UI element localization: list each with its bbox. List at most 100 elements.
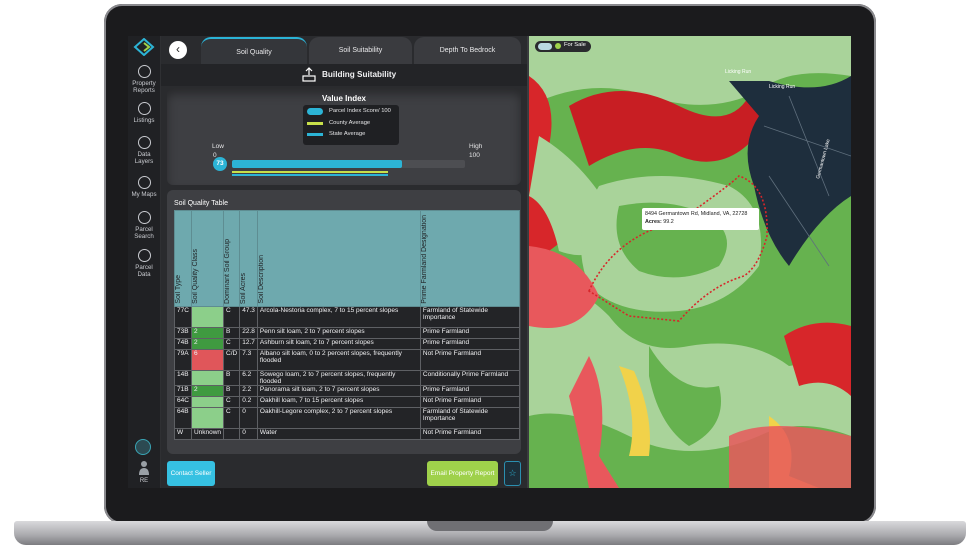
table-header-row: Soil Type Soil Quality Class Dominant So…	[174, 210, 520, 307]
back-button[interactable]: ‹	[169, 41, 187, 59]
legend-swatch	[307, 122, 323, 125]
table-cell-quality	[190, 407, 225, 429]
table-cell-quality	[190, 396, 225, 408]
column-header: Soil Quality Class	[190, 210, 225, 307]
table-cell-quality: 2	[190, 327, 225, 339]
table-cell-quality	[190, 370, 225, 386]
table-cell-description: Water	[256, 428, 421, 440]
table-cell-type: W	[174, 428, 192, 440]
legend-swatch	[307, 133, 323, 136]
scale-max-label: 100	[469, 152, 480, 159]
section-title: Building Suitability	[322, 70, 397, 79]
soil-map[interactable]: Licking Run Licking Run Germantown Lake …	[529, 36, 851, 488]
popup-acres: Acres: 99.2	[645, 218, 756, 226]
legend-label: County Average	[329, 120, 371, 126]
table-row: 77C C 47.3 Arcola-Nestoria complex, 7 to 15…	[174, 306, 520, 328]
table-cell-type: 73B	[174, 327, 192, 339]
table-cell-description: Albano silt loam, 0 to 2 percent slopes,…	[256, 349, 421, 371]
table-cell-description: Ashburn silt loam, 2 to 7 percent slopes	[256, 338, 421, 350]
favorite-star-icon[interactable]: ☆	[504, 461, 521, 486]
table-cell-description: Oakhill-Legore complex, 2 to 7 percent s…	[256, 407, 421, 429]
toggle-switch[interactable]	[538, 43, 552, 50]
sidebar-item-0[interactable]: Property Reports	[128, 65, 160, 94]
table-cell-group: C/D	[223, 349, 241, 371]
table-cell-type: 64B	[174, 407, 192, 429]
building-icon	[302, 67, 316, 82]
table-cell-acres: 0.2	[239, 396, 258, 408]
tab-depth-to-bedrock[interactable]: Depth To Bedrock	[414, 37, 521, 65]
table-cell-description: Penn silt loam, 2 to 7 percent slopes	[256, 327, 421, 339]
tab-soil-suitability[interactable]: Soil Suitability	[309, 37, 412, 65]
sidebar-item-4[interactable]: Parcel Search	[128, 211, 160, 240]
app-screen: Property Reports Listings Data Layers My Maps…	[128, 36, 851, 488]
legend-label: State Average	[329, 131, 366, 137]
column-header: Soil Acres	[239, 210, 258, 307]
value-index-title: Value Index	[321, 94, 367, 103]
sidebar-item-5[interactable]: Parcel Data	[128, 249, 160, 278]
table-cell-acres: 7.3	[239, 349, 258, 371]
column-header: Soil Description	[256, 210, 421, 307]
location-pin-icon	[137, 102, 151, 115]
app-logo[interactable]	[133, 38, 155, 56]
sidebar-item-2[interactable]: Data Layers	[128, 136, 160, 165]
table-cell-quality	[190, 306, 225, 328]
sidebar-item-label: Layers	[134, 158, 154, 165]
sidebar-item-label: Search	[134, 233, 154, 240]
table-cell-group: B	[223, 385, 241, 397]
table-cell-description: Panorama silt loam, 2 to 7 percent slope…	[256, 385, 421, 397]
table-cell-farmland: Prime Farmland	[419, 327, 520, 339]
table-cell-description: Sowego loam, 2 to 7 percent slopes, freq…	[256, 370, 421, 386]
sidebar-item-3[interactable]: My Maps	[128, 176, 160, 198]
soil-quality-table: Soil Type Soil Quality Class Dominant So…	[174, 210, 520, 440]
table-cell-farmland: Not Prime Farmland	[419, 428, 520, 440]
chat-icon[interactable]	[135, 439, 151, 455]
table-cell-description: Oakhill loam, 7 to 15 percent slopes	[256, 396, 421, 408]
table-cell-acres: 2.2	[239, 385, 258, 397]
sidebar-item-label: Parcel	[135, 264, 153, 271]
search-icon	[137, 211, 151, 224]
user-initials: RE	[139, 478, 149, 484]
table-cell-acres: 6.2	[239, 370, 258, 386]
sidebar-item-label: Data	[137, 271, 151, 278]
contact-seller-button[interactable]: Contact Seller	[167, 461, 215, 486]
sidebar-item-1[interactable]: Listings	[128, 102, 160, 124]
table-cell-type: 77C	[174, 306, 192, 328]
soil-table-title: Soil Quality Table	[174, 200, 228, 207]
county-average-line	[232, 171, 389, 173]
table-cell-description: Arcola-Nestoria complex, 7 to 15 percent…	[256, 306, 421, 328]
for-sale-toggle[interactable]: For Sale	[535, 41, 591, 52]
legend-swatch	[307, 108, 323, 115]
table-cell-group: C	[223, 407, 241, 429]
sidebar-item-label: Property	[132, 80, 156, 87]
table-row: 73B 2 B 22.8 Penn silt loam, 2 to 7 percent …	[174, 327, 520, 339]
state-average-line	[232, 174, 389, 176]
table-cell-farmland: Farmland of Statewide Importance	[419, 407, 520, 429]
sidebar-item-label: Reports	[133, 87, 155, 94]
table-cell-farmland: Farmland of Statewide Importance	[419, 306, 520, 328]
soil-map-layer[interactable]	[529, 36, 851, 488]
document-icon	[137, 249, 151, 262]
section-header: Building Suitability	[161, 64, 527, 86]
value-index-card: Value Index Parcel Index Score/ 100 Coun…	[167, 88, 521, 185]
table-cell-type: 74B	[174, 338, 192, 350]
location-pin-icon	[555, 43, 561, 49]
report-icon	[137, 65, 151, 78]
column-header: Soil Type	[174, 210, 192, 307]
table-cell-farmland: Not Prime Farmland	[419, 396, 520, 408]
column-header: Dominant Soil Group	[223, 210, 241, 307]
email-report-button[interactable]: Email Property Report	[427, 461, 498, 486]
table-cell-group: C	[223, 396, 241, 408]
toggle-label: For Sale	[564, 42, 586, 48]
parcel-popup: 8494 Germantown Rd, Midland, VA, 22728 A…	[642, 208, 759, 230]
road-label: Licking Run	[769, 84, 796, 90]
value-index-bar	[232, 160, 465, 168]
table-cell-group: B	[223, 370, 241, 386]
table-cell-group	[223, 428, 241, 440]
tab-soil-quality[interactable]: Soil Quality	[201, 37, 307, 65]
table-cell-quality: 2	[190, 338, 225, 350]
sidebar-item-label: Data	[137, 151, 151, 158]
user-avatar-icon[interactable]	[138, 460, 150, 476]
table-cell-type: 71B	[174, 385, 192, 397]
table-cell-acres: 0	[239, 407, 258, 429]
laptop-notch	[427, 521, 553, 531]
